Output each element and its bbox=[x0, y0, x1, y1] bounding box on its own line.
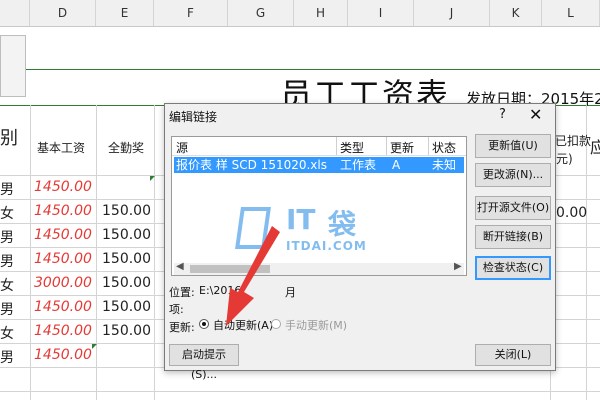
cell-gender[interactable]: 男 bbox=[0, 347, 14, 367]
column-header-c[interactable] bbox=[0, 0, 30, 26]
list-item[interactable]: 报价表 样 SCD 151020.xls 工作表 A 未知 bbox=[174, 157, 464, 173]
header-attendance-bonus: 全勤奖 bbox=[107, 141, 144, 155]
edit-links-dialog: 编辑链接 ? ✕ 源 类型 更新 状态 报价表 样 SCD 151020.xls… bbox=[164, 103, 556, 381]
header-category: 别 bbox=[0, 128, 18, 149]
change-source-button[interactable]: 更改源(N)... bbox=[475, 163, 551, 187]
horizontal-scrollbar[interactable]: ◀ ▶ bbox=[174, 261, 464, 275]
auto-update-radio[interactable] bbox=[199, 319, 209, 329]
location-value: E:\2016i bbox=[199, 284, 245, 297]
cell-base-salary[interactable]: 1450.00 bbox=[34, 251, 92, 267]
cell-bonus[interactable]: 150.00 bbox=[102, 227, 151, 243]
cell-deduction[interactable]: 0.00 bbox=[556, 205, 587, 221]
logo-text: IT bbox=[286, 203, 316, 236]
cell-base-salary[interactable]: 1450.00 bbox=[34, 227, 92, 243]
column-update[interactable]: 更新 bbox=[390, 139, 414, 156]
cell-gender[interactable]: 男 bbox=[0, 179, 14, 199]
close-button[interactable]: 关闭(L) bbox=[475, 344, 551, 366]
cell-bonus[interactable]: 150.00 bbox=[102, 275, 151, 291]
help-icon[interactable]: ? bbox=[499, 107, 506, 122]
cell-gender[interactable]: 男 bbox=[0, 299, 14, 319]
column-header-h[interactable]: H bbox=[294, 0, 348, 26]
check-status-button[interactable]: 检查状态(C) bbox=[475, 256, 551, 280]
column-divider bbox=[428, 137, 429, 155]
location-label: 位置: bbox=[169, 286, 195, 299]
cell-bonus[interactable]: 150.00 bbox=[102, 203, 151, 219]
column-header-e[interactable]: E bbox=[96, 0, 154, 26]
links-list[interactable]: 源 类型 更新 状态 报价表 样 SCD 151020.xls 工作表 A 未知… bbox=[171, 136, 467, 276]
gridline bbox=[0, 391, 600, 392]
sheet-button[interactable] bbox=[0, 35, 26, 97]
logo-domain: ITDAI.COM bbox=[286, 239, 367, 253]
column-divider bbox=[336, 137, 337, 155]
column-type[interactable]: 类型 bbox=[340, 139, 364, 156]
location-suffix: 月 bbox=[285, 286, 296, 299]
update-values-button[interactable]: 更新值(U) bbox=[475, 134, 551, 158]
column-header-i[interactable]: I bbox=[348, 0, 414, 26]
gridline bbox=[96, 105, 97, 400]
close-icon[interactable]: ✕ bbox=[529, 105, 542, 124]
startup-prompt-button[interactable]: 启动提示(S)... bbox=[169, 344, 239, 381]
cell-gender[interactable]: 女 bbox=[0, 203, 14, 223]
column-header-d[interactable]: D bbox=[30, 0, 96, 26]
link-update: A bbox=[392, 158, 401, 172]
column-divider bbox=[386, 137, 387, 155]
break-link-button[interactable]: 断开链接(B) bbox=[475, 225, 551, 249]
header-deduction: 已扣款 bbox=[555, 134, 592, 148]
column-header-l[interactable]: L bbox=[542, 0, 600, 26]
column-status[interactable]: 状态 bbox=[432, 139, 456, 156]
logo-text: 袋 bbox=[328, 208, 357, 241]
header-deduction-unit: 元) bbox=[556, 152, 573, 166]
cell-base-salary[interactable]: 1450.00 bbox=[34, 179, 92, 195]
scroll-right-icon[interactable]: ▶ bbox=[454, 261, 462, 272]
cell-gender[interactable]: 女 bbox=[0, 275, 14, 295]
link-type: 工作表 bbox=[340, 158, 377, 172]
gridline bbox=[154, 105, 155, 400]
column-header-k[interactable]: K bbox=[490, 0, 542, 26]
header-base-salary: 基本工资 bbox=[36, 141, 85, 155]
manual-update-radio[interactable] bbox=[271, 319, 281, 329]
open-source-button[interactable]: 打开源文件(O) bbox=[475, 196, 551, 220]
list-header-divider bbox=[172, 155, 466, 156]
cell-marker bbox=[150, 176, 155, 181]
header-payable: 应 bbox=[590, 138, 600, 157]
watermark-logo: IT 袋 ITDAI.COM bbox=[235, 203, 418, 263]
item-label: 项: bbox=[169, 303, 184, 316]
cell-marker bbox=[92, 344, 97, 349]
link-status: 未知 bbox=[432, 158, 457, 172]
cell-base-salary[interactable]: 1450.00 bbox=[34, 203, 92, 219]
logo-mark bbox=[235, 207, 271, 249]
manual-update-label[interactable]: 手动更新(M) bbox=[285, 317, 347, 333]
column-source[interactable]: 源 bbox=[176, 139, 188, 156]
cell-bonus[interactable]: 150.00 bbox=[102, 323, 151, 339]
cell-base-salary[interactable]: 3000.00 bbox=[34, 275, 92, 291]
scroll-left-icon[interactable]: ◀ bbox=[176, 261, 184, 272]
cell-bonus[interactable]: 150.00 bbox=[102, 299, 151, 315]
cell-gender[interactable]: 男 bbox=[0, 251, 14, 271]
cell-base-salary[interactable]: 1450.00 bbox=[34, 347, 92, 363]
scrollbar-thumb[interactable] bbox=[190, 265, 270, 273]
cell-gender[interactable]: 男 bbox=[0, 227, 14, 247]
dialog-title: 编辑链接 bbox=[169, 110, 218, 124]
update-mode-label: 更新: bbox=[169, 321, 195, 334]
cell-gender[interactable]: 女 bbox=[0, 323, 14, 343]
auto-update-label[interactable]: 自动更新(A) bbox=[213, 317, 273, 333]
cell-base-salary[interactable]: 1450.00 bbox=[34, 323, 92, 339]
cell-base-salary[interactable]: 1450.00 bbox=[34, 299, 92, 315]
column-header-f[interactable]: F bbox=[154, 0, 228, 26]
cell-bonus[interactable]: 150.00 bbox=[102, 251, 151, 267]
column-header-g[interactable]: G bbox=[228, 0, 294, 26]
column-header-bar: D E F G H I J K L bbox=[0, 0, 600, 27]
column-header-j[interactable]: J bbox=[414, 0, 490, 26]
link-source: 报价表 样 SCD 151020.xls bbox=[176, 158, 327, 172]
